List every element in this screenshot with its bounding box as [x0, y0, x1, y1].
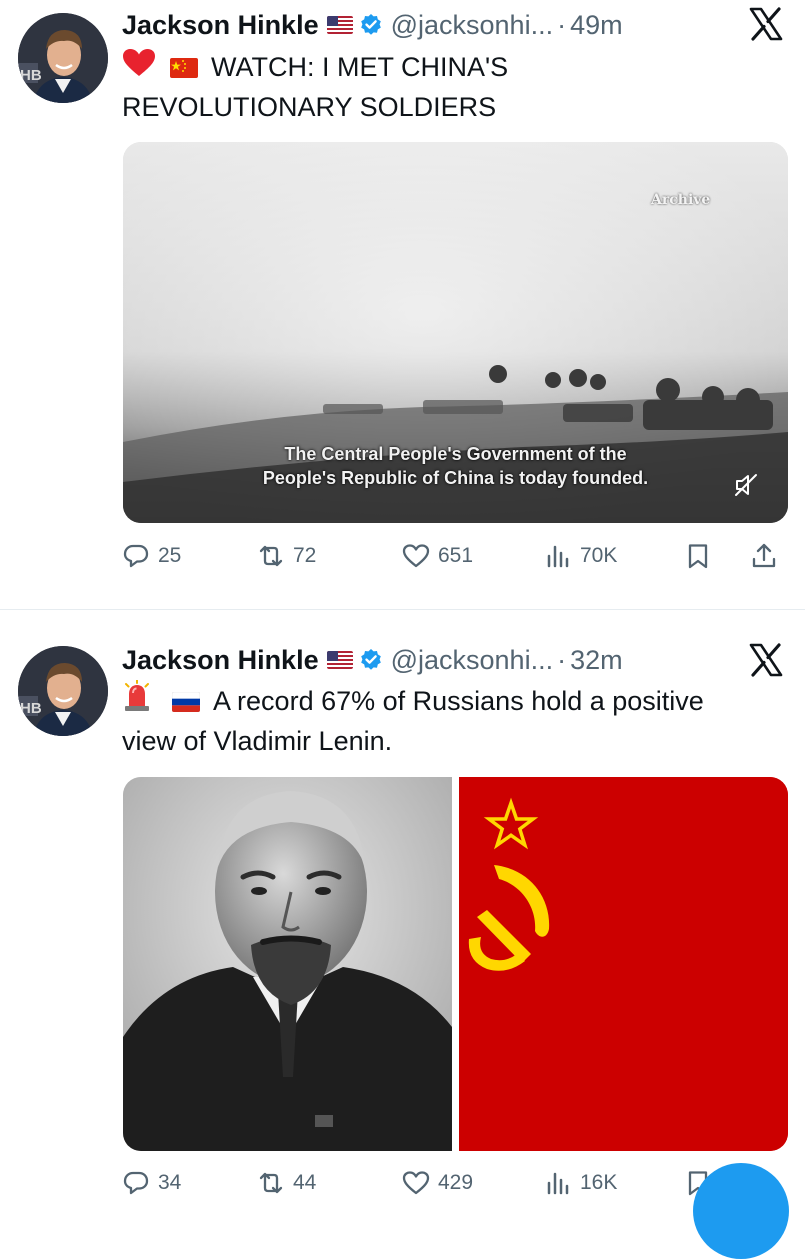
reply-count: 34 [158, 1171, 182, 1194]
soviet-flag-image[interactable] [459, 777, 788, 1151]
x-logo-icon[interactable] [749, 7, 783, 41]
tweet-actions: 34 44 429 16K [122, 1165, 787, 1201]
reply-count: 25 [158, 544, 182, 567]
tweet-text-line-1: A record 67% of Russians hold a positive [122, 678, 782, 722]
author-name[interactable]: Jackson Hinkle [122, 10, 319, 41]
reply-icon [123, 544, 149, 568]
tweet-text-line-2: REVOLUTIONARY SOLDIERS [122, 91, 497, 122]
tweet-header: Jackson Hinkle @jacksonhi... · 32m [122, 640, 623, 680]
tweet-2[interactable]: HB Jackson Hinkle @jacksonhi... · 32m A … [0, 610, 805, 1200]
views-button[interactable]: 16K [544, 1165, 617, 1201]
separator-dot: · [557, 644, 567, 675]
russia-flag-icon [171, 684, 200, 722]
tweet-text-line-1: WATCH: I MET CHINA'S [122, 48, 782, 88]
reply-button[interactable]: 34 [122, 1165, 181, 1201]
bookmark-icon [688, 544, 708, 569]
author-avatar[interactable]: HB [18, 13, 108, 103]
police-light-icon [122, 678, 152, 722]
repost-button[interactable]: 72 [257, 538, 316, 574]
tweet-text-line-2: view of Vladimir Lenin. [122, 725, 393, 756]
x-logo-icon[interactable] [749, 643, 783, 677]
reply-button[interactable]: 25 [122, 538, 181, 574]
repost-icon [259, 545, 283, 567]
reply-icon [123, 1171, 149, 1195]
tweet-text: WATCH: I MET CHINA'S REVOLUTIONARY SOLDI… [122, 48, 782, 126]
views-count: 70K [580, 544, 618, 567]
like-icon [402, 544, 430, 568]
repost-count: 72 [293, 544, 317, 567]
tweet-text-line-1-content: WATCH: I MET CHINA'S [211, 52, 509, 82]
tweet-text: A record 67% of Russians hold a positive… [122, 678, 782, 760]
portrait-photo-image[interactable] [123, 777, 452, 1151]
author-name[interactable]: Jackson Hinkle [122, 645, 319, 676]
like-count: 429 [438, 1171, 474, 1194]
red-heart-icon [122, 48, 156, 88]
verified-badge-icon[interactable] [359, 648, 383, 672]
tweet-actions: 25 72 651 70K [122, 538, 787, 574]
tweet-text-line-1-content: A record 67% of Russians hold a positive [213, 686, 704, 716]
us-flag-icon [326, 16, 353, 34]
views-icon [547, 545, 569, 568]
video-caption-line-2: People's Republic of China is today foun… [262, 468, 649, 488]
tweet-header: Jackson Hinkle @jacksonhi... · 49m [122, 5, 623, 45]
repost-button[interactable]: 44 [257, 1165, 316, 1201]
svg-text:HB: HB [20, 700, 42, 717]
author-handle[interactable]: @jacksonhi... [391, 645, 553, 676]
bookmark-button[interactable] [684, 538, 720, 574]
svg-text:HB: HB [20, 67, 42, 84]
like-count: 651 [438, 544, 474, 567]
like-icon [402, 1171, 430, 1195]
like-button[interactable]: 429 [402, 1165, 473, 1201]
like-button[interactable]: 651 [402, 538, 473, 574]
china-flag-icon [169, 50, 198, 88]
video-caption-line-1: The Central People's Government of the [284, 444, 627, 464]
video-player[interactable]: Archive The Central People's Government … [123, 142, 788, 523]
repost-icon [259, 1172, 283, 1194]
media-image-pair[interactable] [123, 777, 788, 1151]
author-handle[interactable]: @jacksonhi... [391, 10, 553, 41]
mute-icon[interactable] [733, 472, 759, 498]
author-avatar[interactable]: HB [18, 646, 108, 736]
share-icon [752, 543, 776, 568]
views-icon [547, 1172, 569, 1195]
views-count: 16K [580, 1171, 618, 1194]
verified-badge-icon[interactable] [359, 13, 383, 37]
timestamp[interactable]: 49m [570, 10, 623, 41]
separator-dot: · [557, 9, 567, 40]
video-watermark: Archive [651, 192, 711, 208]
timestamp[interactable]: 32m [570, 645, 623, 676]
us-flag-icon [326, 651, 353, 669]
share-button[interactable] [750, 538, 786, 574]
compose-button[interactable] [693, 1163, 789, 1259]
views-button[interactable]: 70K [544, 538, 617, 574]
repost-count: 44 [293, 1171, 317, 1194]
tweet-1[interactable]: HB Jackson Hinkle @jacksonhi... · 49m WA… [0, 0, 805, 610]
